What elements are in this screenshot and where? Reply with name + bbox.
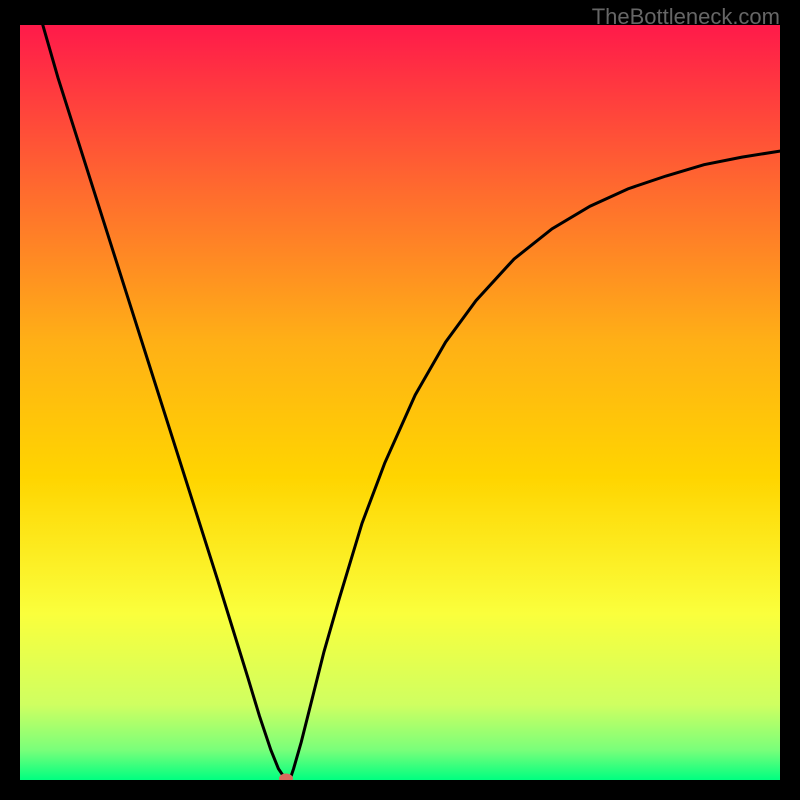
chart-container: [20, 25, 780, 780]
gradient-background: [20, 25, 780, 780]
watermark-text: TheBottleneck.com: [592, 4, 780, 30]
bottleneck-chart: [20, 25, 780, 780]
